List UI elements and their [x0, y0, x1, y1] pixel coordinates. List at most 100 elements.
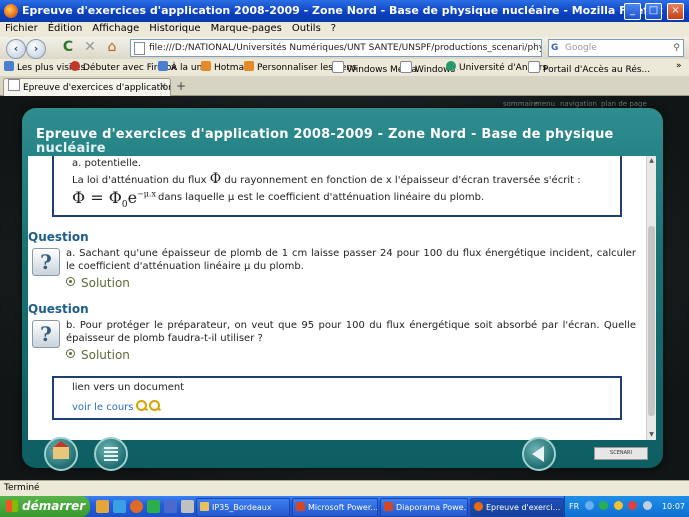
quicklaunch-icon[interactable] [164, 500, 177, 513]
system-tray: FR 10:07 [564, 496, 689, 517]
solution-radio-icon [66, 277, 75, 286]
tab-label: Epreuve d'exercices d'application 20... [23, 83, 171, 93]
quicklaunch-icon[interactable] [181, 500, 194, 513]
vertical-scrollbar[interactable]: ▲ ▼ [646, 156, 656, 440]
start-button[interactable]: démarrer [0, 496, 90, 517]
law-text: La loi d'atténuation du flux Φ du rayonn… [72, 171, 581, 187]
status-text: Terminé [4, 483, 40, 493]
page-title-overflow: nucléaire [36, 141, 106, 156]
menu-affichage[interactable]: Affichage [87, 22, 144, 34]
powerpoint-icon [384, 502, 393, 511]
window-titlebar[interactable]: Epreuve d'exercices d'application 2008-2… [0, 0, 689, 22]
rss-icon [158, 61, 168, 71]
forward-button[interactable]: › [26, 39, 46, 59]
question-b-text: b. Pour protéger le préparateur, on veut… [66, 320, 636, 344]
question-icon: ? [32, 320, 60, 348]
partial-line: a. potentielle. [72, 158, 142, 169]
bookmark-item[interactable]: Hotmail [201, 61, 249, 73]
menu-fichier[interactable]: Fichier [0, 22, 43, 34]
content-panel[interactable]: a. potentielle. La loi d'atténuation du … [28, 156, 656, 440]
msn-icon [244, 61, 254, 71]
tray-icon[interactable] [584, 501, 594, 510]
language-indicator[interactable]: FR [569, 502, 579, 511]
taskbar-item[interactable]: Microsoft Power... [292, 498, 378, 517]
taskbar-item[interactable]: IP35_Bordeaux [196, 498, 290, 517]
menu-button[interactable] [94, 437, 128, 471]
new-tab-button[interactable]: + [176, 79, 186, 93]
module-frame: Epreuve d'exercices d'application 2008-2… [22, 108, 663, 471]
scroll-down-icon[interactable]: ▼ [648, 431, 655, 439]
top-link-sommaire[interactable]: sommaire [503, 100, 538, 108]
desktop-screen: Epreuve d'exercices d'application 2008-2… [0, 0, 689, 517]
menu-bar: Fichier Édition Affichage Historique Marque-… [0, 22, 689, 37]
minimize-button[interactable]: _ [624, 3, 641, 20]
law-box: a. potentielle. La loi d'atténuation du … [52, 156, 622, 217]
bookmark-folder-icon [4, 61, 14, 71]
arrow-left-icon [532, 446, 544, 462]
menu-marque-pages[interactable]: Marque-pages [206, 22, 287, 34]
address-bar[interactable]: file:///D:/NATIONAL/Universités Numériqu… [130, 39, 542, 57]
search-box[interactable]: G Google ⚲ [548, 39, 684, 57]
top-link-navigation[interactable]: navigation [560, 100, 597, 108]
page-icon [332, 61, 344, 73]
tray-icon[interactable] [628, 501, 638, 510]
search-icon[interactable]: ⚲ [673, 40, 680, 56]
msn-icon [201, 61, 211, 71]
quicklaunch-icon[interactable] [147, 500, 160, 513]
search-placeholder: Google [565, 43, 597, 53]
tray-icon[interactable] [613, 501, 623, 510]
previous-button[interactable] [522, 437, 556, 471]
menu-help[interactable]: ? [326, 22, 341, 34]
university-icon [446, 61, 456, 71]
tab-close-icon[interactable]: × [159, 79, 167, 95]
back-button[interactable]: ‹ [6, 39, 26, 59]
bookmarks-bar: Les plus visités Débuter avec Firefox À … [0, 59, 689, 77]
taskbar-item-active[interactable]: Epreuve d'exerci... [470, 498, 564, 517]
url-text: file:///D:/NATIONAL/Universités Numériqu… [149, 43, 542, 53]
google-icon: G [551, 43, 559, 53]
course-link[interactable]: voir le cours [72, 400, 160, 413]
reload-button[interactable]: C [60, 39, 76, 55]
tray-icon[interactable] [599, 501, 609, 510]
firefox-icon [474, 502, 483, 511]
windows-taskbar: démarrer IP35_Bordeaux Microsoft Power..… [0, 496, 689, 517]
stop-button[interactable]: ✕ [82, 39, 98, 55]
menu-historique[interactable]: Historique [144, 22, 205, 34]
top-link-plan[interactable]: plan de page [601, 100, 647, 108]
attenuation-formula: Φ = Φ0e−μ.x [72, 188, 156, 211]
close-button[interactable]: × [667, 3, 684, 20]
window-title: Epreuve d'exercices d'application 2008-2… [22, 4, 663, 17]
menu-outils[interactable]: Outils [287, 22, 326, 34]
tray-icon[interactable] [642, 501, 652, 510]
module-footer: SCENARI [28, 437, 656, 471]
solution-a-toggle[interactable]: Solution [66, 276, 130, 290]
quicklaunch-icon[interactable] [113, 500, 126, 513]
question-a-label: Question [28, 230, 89, 244]
quicklaunch-icon[interactable] [96, 500, 109, 513]
list-icon [104, 447, 118, 461]
solution-b-toggle[interactable]: Solution [66, 348, 130, 362]
page-icon [134, 42, 145, 55]
maximize-button[interactable]: □ [645, 3, 662, 20]
menu-edition[interactable]: Édition [43, 22, 88, 34]
home-button[interactable] [44, 437, 78, 471]
question-b-label: Question [28, 302, 89, 316]
page-content: sommaire menu navigation plan de page Ep… [0, 96, 689, 480]
windows-logo-icon [6, 500, 18, 512]
bookmarks-overflow[interactable]: » [676, 61, 682, 71]
tab-bar: Epreuve d'exercices d'application 20... … [0, 76, 689, 96]
page-icon [400, 61, 412, 73]
status-bar: Terminé [0, 480, 689, 497]
top-link-menu[interactable]: menu [535, 100, 555, 108]
bookmark-item[interactable]: Portail d'Accès au Rés... [528, 61, 650, 75]
taskbar-item[interactable]: Diaporama Powe... [380, 498, 468, 517]
home-button[interactable]: ⌂ [104, 39, 120, 55]
formula-description: dans laquelle μ est le coefficient d'att… [158, 192, 485, 203]
powerpoint-icon [296, 502, 305, 511]
tab-active[interactable]: Epreuve d'exercices d'application 20... … [3, 78, 171, 96]
page-title: Epreuve d'exercices d'application 2008-2… [36, 128, 636, 158]
navigation-toolbar: ‹ › C ✕ ⌂ file:///D:/NATIONAL/Université… [0, 37, 689, 60]
quicklaunch-icon[interactable] [130, 500, 143, 513]
scroll-thumb[interactable] [648, 226, 655, 416]
scroll-up-icon[interactable]: ▲ [648, 157, 655, 165]
